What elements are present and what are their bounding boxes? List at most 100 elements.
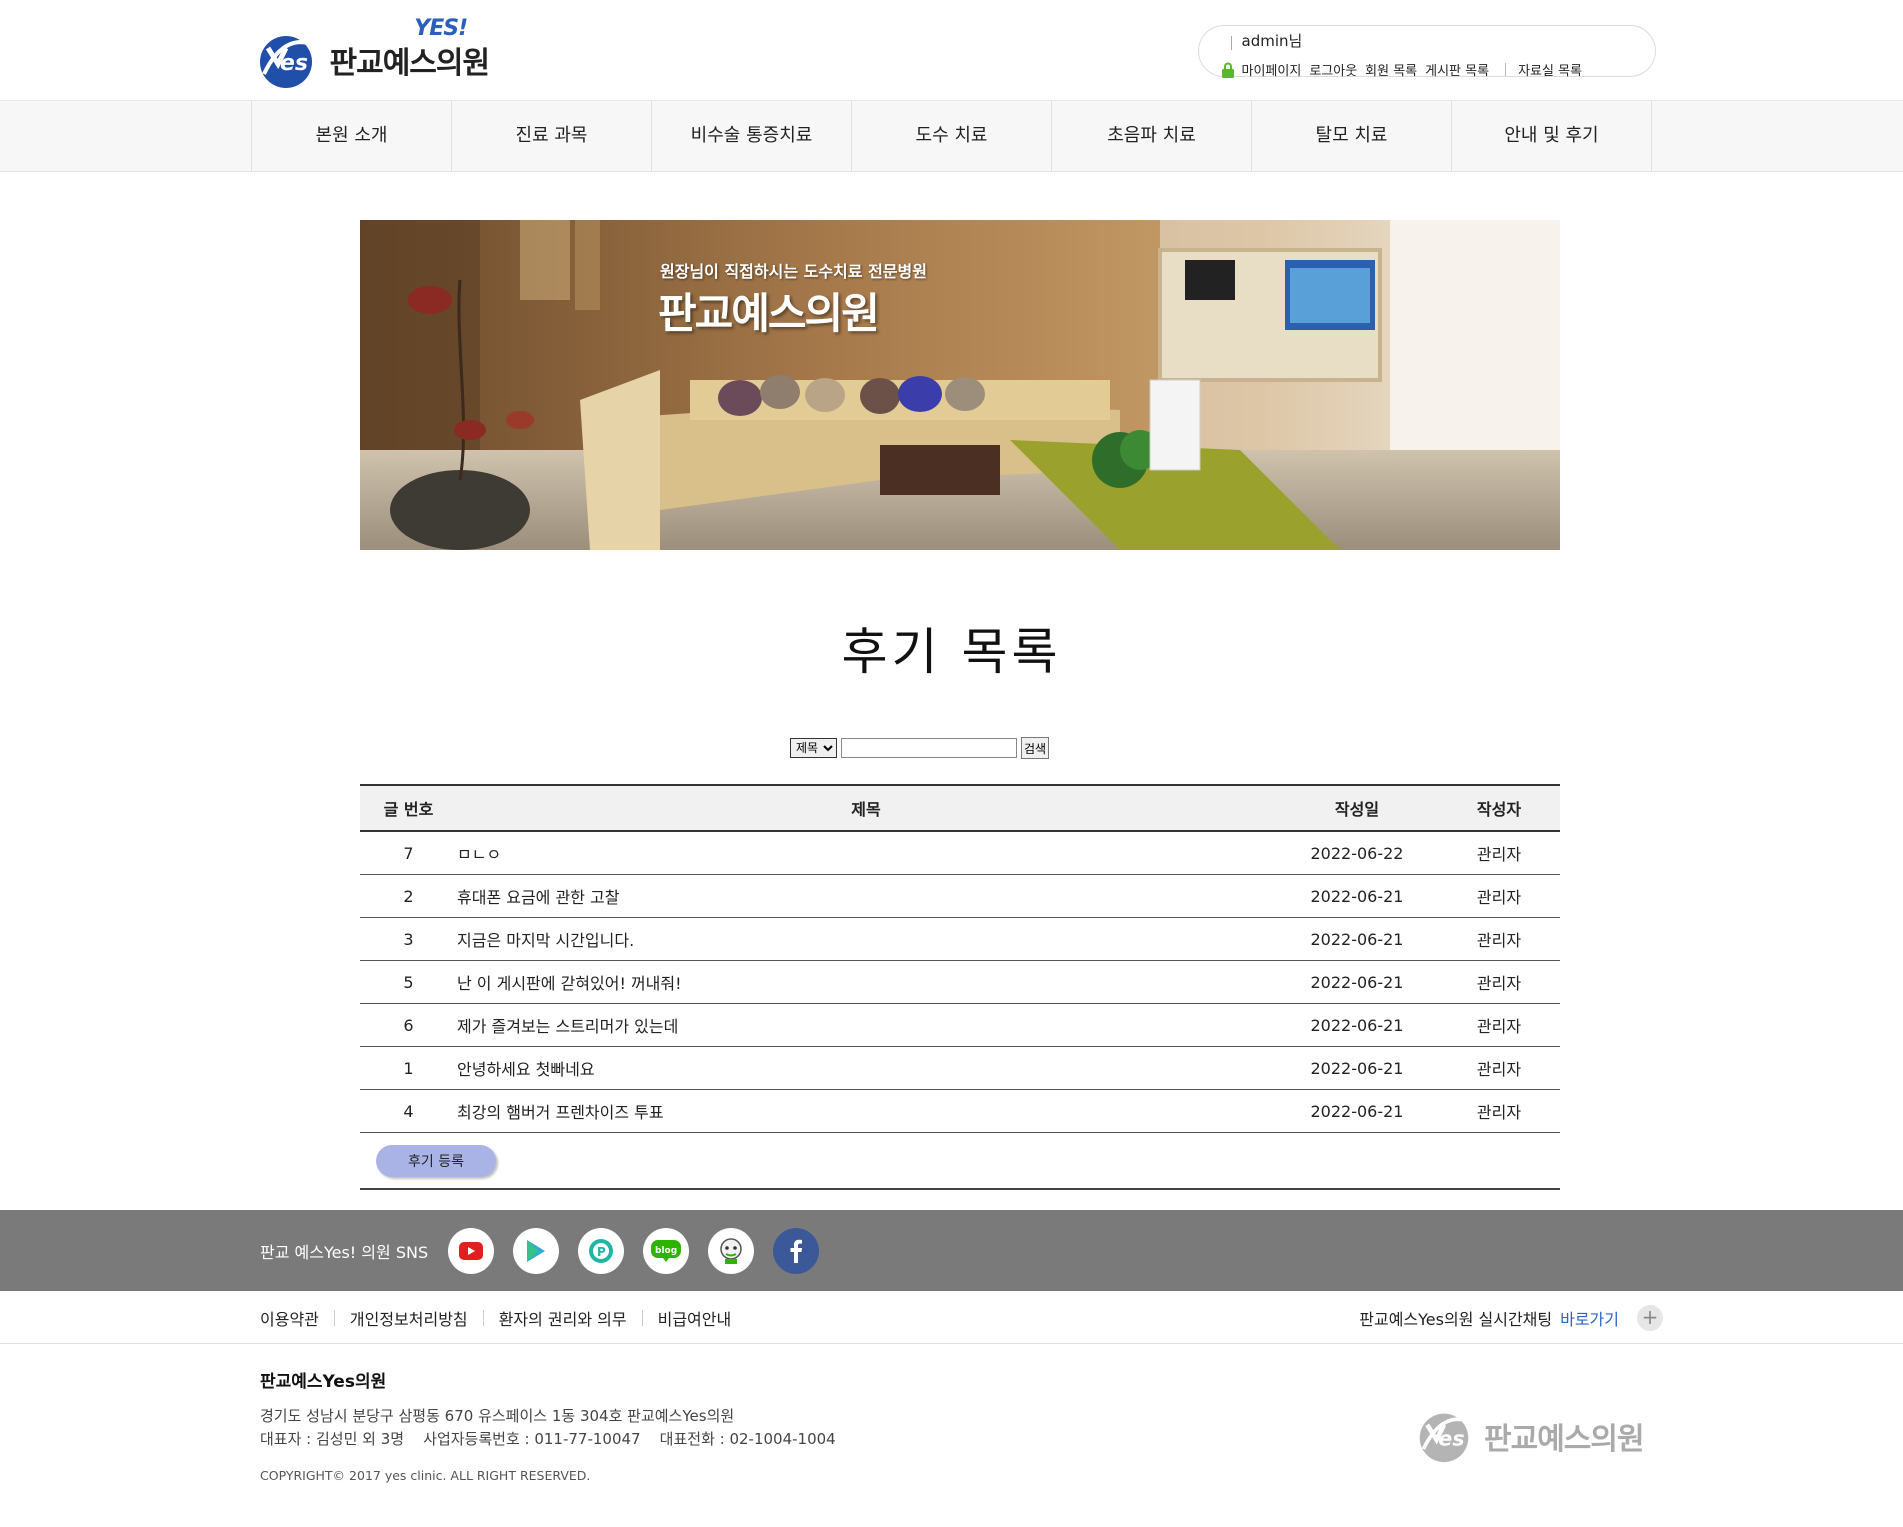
board-list-link[interactable]: 게시판 목록 bbox=[1425, 60, 1489, 79]
divider bbox=[333, 1310, 335, 1326]
chat-text: 판교예스Yes의원 실시간채팅 bbox=[1359, 1310, 1553, 1329]
lounge-photo bbox=[360, 220, 1560, 550]
row-author: 관리자 bbox=[1438, 917, 1560, 961]
youtube-button[interactable] bbox=[448, 1227, 495, 1274]
facebook-button[interactable] bbox=[773, 1227, 820, 1274]
table-row[interactable]: 3 지금은 마지막 시간입니다. 2022-06-21 관리자 bbox=[360, 917, 1560, 961]
mypage-link[interactable]: 마이페이지 bbox=[1242, 60, 1302, 79]
row-author: 관리자 bbox=[1438, 1089, 1560, 1133]
row-date: 2022-06-21 bbox=[1276, 1089, 1438, 1133]
row-date: 2022-06-21 bbox=[1276, 874, 1438, 918]
row-date: 2022-06-21 bbox=[1276, 960, 1438, 1004]
naver-blog-button[interactable]: blog bbox=[643, 1227, 690, 1274]
row-author: 관리자 bbox=[1438, 831, 1560, 875]
table-row[interactable]: 1 안녕하세요 첫빠네요 2022-06-21 관리자 bbox=[360, 1046, 1560, 1090]
table-row[interactable]: 5 난 이 게시판에 갇혀있어! 꺼내줘! 2022-06-21 관리자 bbox=[360, 960, 1560, 1004]
archive-list-link[interactable]: 자료실 목록 bbox=[1518, 60, 1582, 79]
column-header-num: 글 번호 bbox=[360, 784, 457, 832]
divider bbox=[641, 1310, 643, 1326]
table-row[interactable]: 7 ㅁㄴㅇ 2022-06-22 관리자 bbox=[360, 831, 1560, 875]
google-play-button[interactable] bbox=[513, 1227, 560, 1274]
patient-rights-link[interactable]: 환자의 권리와 의무 bbox=[499, 1306, 627, 1330]
youtube-icon bbox=[459, 1241, 484, 1260]
divider bbox=[1230, 36, 1232, 50]
banner-subtitle: 원장님이 직접하시는 도수치료 전문병원 bbox=[660, 262, 927, 281]
kakao-story-button[interactable] bbox=[708, 1227, 755, 1274]
row-author: 관리자 bbox=[1438, 1046, 1560, 1090]
row-title-link[interactable]: 제가 즐겨보는 스트리머가 있는데 bbox=[457, 1003, 1276, 1047]
row-author: 관리자 bbox=[1438, 874, 1560, 918]
row-num: 3 bbox=[360, 917, 457, 961]
table-header-row: 글 번호 제목 작성일 작성자 bbox=[360, 784, 1560, 832]
member-list-link[interactable]: 회원 목록 bbox=[1365, 60, 1417, 79]
divider bbox=[0, 1343, 1903, 1344]
site-logo[interactable]: es 판교예스의원 YES! bbox=[250, 16, 491, 90]
logo-badge: YES! bbox=[414, 16, 468, 41]
site-header: es 판교예스의원 YES! admin님 마이페이지 로그아웃 회원 목록 게… bbox=[0, 0, 1903, 101]
row-date: 2022-06-21 bbox=[1276, 917, 1438, 961]
table-row[interactable]: 4 최강의 햄버거 프렌차이즈 투표 2022-06-21 관리자 bbox=[360, 1089, 1560, 1133]
column-header-date: 작성일 bbox=[1276, 784, 1438, 832]
kakao-story-icon bbox=[720, 1237, 742, 1264]
footer-address: 경기도 성남시 분당구 삼평동 670 유스페이스 1동 304호 판교예스Ye… bbox=[260, 1407, 735, 1425]
row-title-link[interactable]: 난 이 게시판에 갇혀있어! 꺼내줘! bbox=[457, 960, 1276, 1004]
terms-link[interactable]: 이용약관 bbox=[260, 1306, 319, 1330]
nav-item-nonsurgical[interactable]: 비수술 통증치료 bbox=[652, 101, 852, 171]
search-field-select[interactable]: 제목 bbox=[790, 738, 837, 758]
footer-logo: es 판교예스의원 bbox=[1410, 1408, 1645, 1464]
row-title-link[interactable]: 지금은 마지막 시간입니다. bbox=[457, 917, 1276, 961]
table-row[interactable]: 2 휴대폰 요금에 관한 고찰 2022-06-21 관리자 bbox=[360, 874, 1560, 918]
search-input[interactable] bbox=[841, 738, 1017, 758]
row-date: 2022-06-21 bbox=[1276, 1046, 1438, 1090]
user-links: 마이페이지 로그아웃 회원 목록 게시판 목록 자료실 목록 bbox=[1221, 60, 1591, 79]
row-num: 1 bbox=[360, 1046, 457, 1090]
page-title: 후기 목록 bbox=[841, 623, 1062, 681]
register-review-button[interactable]: 후기 등록 bbox=[376, 1145, 496, 1177]
nav-item-hairloss[interactable]: 탈모 치료 bbox=[1252, 101, 1452, 171]
yes-logo-icon: es bbox=[1419, 1413, 1473, 1463]
divider bbox=[482, 1310, 484, 1326]
hero-banner: 원장님이 직접하시는 도수치료 전문병원 판교예스의원 bbox=[360, 220, 1560, 550]
privacy-link[interactable]: 개인정보처리방침 bbox=[350, 1306, 468, 1330]
row-title-link[interactable]: 최강의 햄버거 프렌차이즈 투표 bbox=[457, 1089, 1276, 1133]
non-covered-link[interactable]: 비급여안내 bbox=[658, 1306, 732, 1330]
footer-links: 이용약관 개인정보처리방침 환자의 권리와 의무 비급여안내 bbox=[260, 1306, 731, 1330]
logout-link[interactable]: 로그아웃 bbox=[1309, 60, 1357, 79]
lock-icon bbox=[1221, 62, 1234, 78]
svg-text:blog: blog bbox=[655, 1246, 677, 1256]
row-date: 2022-06-21 bbox=[1276, 1003, 1438, 1047]
divider bbox=[1505, 63, 1507, 76]
svg-text:P: P bbox=[597, 1245, 606, 1259]
nav-item-manual-therapy[interactable]: 도수 치료 bbox=[852, 101, 1052, 171]
banner-title: 판교예스의원 bbox=[658, 289, 880, 338]
review-table: 글 번호 제목 작성일 작성자 7 ㅁㄴㅇ 2022-06-22 관리자 2 휴… bbox=[360, 784, 1560, 1133]
logo-title: 판교예스의원 bbox=[329, 46, 491, 81]
main-nav: 본원 소개 진료 과목 비수술 통증치료 도수 치료 초음파 치료 탈모 치료 … bbox=[0, 101, 1903, 172]
row-author: 관리자 bbox=[1438, 1003, 1560, 1047]
nav-item-ultrasound[interactable]: 초음파 치료 bbox=[1052, 101, 1252, 171]
row-num: 5 bbox=[360, 960, 457, 1004]
sns-band: 판교 예스Yes! 의원 SNS P blog bbox=[0, 1210, 1903, 1291]
pinkfong-button[interactable]: P bbox=[578, 1227, 625, 1274]
nav-item-departments[interactable]: 진료 과목 bbox=[452, 101, 652, 171]
nav-item-about[interactable]: 본원 소개 bbox=[252, 101, 452, 171]
sns-label: 판교 예스Yes! 의원 SNS bbox=[260, 1242, 429, 1262]
column-header-author: 작성자 bbox=[1438, 784, 1560, 832]
user-menu-box: admin님 마이페이지 로그아웃 회원 목록 게시판 목록 자료실 목록 bbox=[1197, 25, 1656, 79]
chat-go-link[interactable]: 바로가기 bbox=[1560, 1306, 1619, 1330]
row-title-link[interactable]: ㅁㄴㅇ bbox=[457, 831, 1276, 875]
google-play-icon bbox=[527, 1239, 546, 1262]
table-row[interactable]: 6 제가 즐겨보는 스트리머가 있는데 2022-06-21 관리자 bbox=[360, 1003, 1560, 1047]
column-header-title: 제목 bbox=[457, 784, 1276, 832]
search-button[interactable]: 검색 bbox=[1021, 737, 1050, 759]
yes-logo-icon: es bbox=[259, 36, 317, 88]
footer-logo-text: 판교예스의원 bbox=[1484, 1422, 1645, 1457]
plus-icon[interactable]: + bbox=[1637, 1305, 1663, 1331]
footer-clinic-name: 판교예스Yes의원 bbox=[260, 1372, 387, 1392]
footer-copyright: COPYRIGHT© 2017 yes clinic. ALL RIGHT RE… bbox=[260, 1468, 591, 1483]
row-title-link[interactable]: 휴대폰 요금에 관한 고찰 bbox=[457, 874, 1276, 918]
search-form: 제목 검색 bbox=[790, 737, 1050, 759]
nav-item-guide-reviews[interactable]: 안내 및 후기 bbox=[1452, 101, 1652, 171]
row-title-link[interactable]: 안녕하세요 첫빠네요 bbox=[457, 1046, 1276, 1090]
divider bbox=[360, 1188, 1560, 1190]
